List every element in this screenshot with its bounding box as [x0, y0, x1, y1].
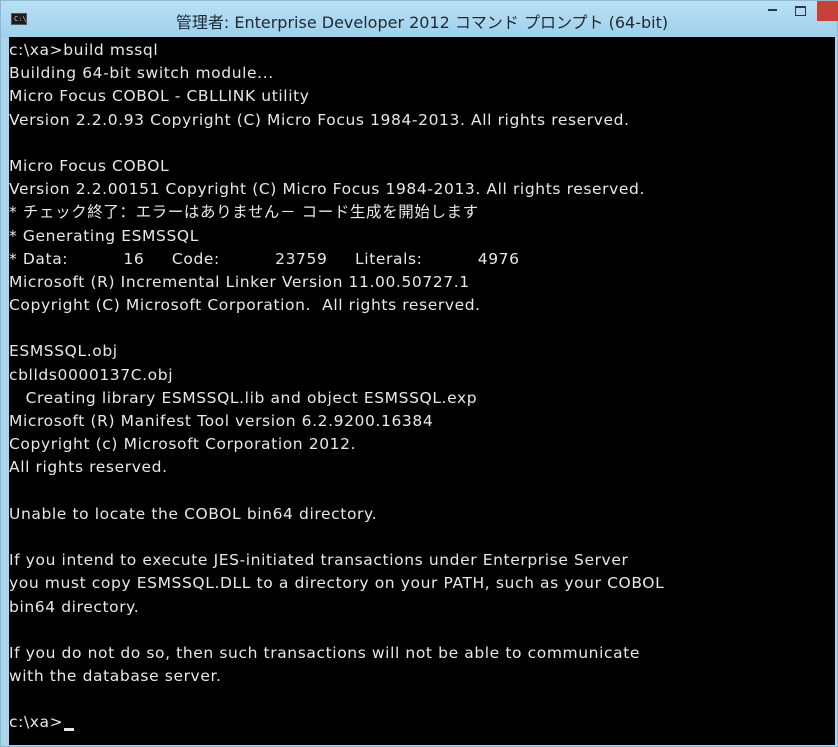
maximize-button[interactable]	[787, 1, 813, 21]
console-line: cbllds0000137C.obj	[9, 365, 174, 384]
console-line: Microsoft (R) Manifest Tool version 6.2.…	[9, 412, 434, 430]
console-line: If you do not do so, then such transacti…	[9, 643, 641, 662]
close-button[interactable]	[817, 1, 838, 21]
console-line: Micro Focus COBOL	[9, 156, 170, 175]
console-line: you must copy ESMSSQL.DLL to a directory…	[9, 574, 665, 593]
window-title-text: 管理者: Enterprise Developer 2012 コマンド プロンプ…	[175, 13, 669, 32]
console-line: Micro Focus COBOL - CBLLINK utility	[9, 87, 310, 106]
console-line: All rights reserved.	[9, 458, 168, 477]
console-line: * Generating ESMSSQL	[9, 226, 199, 245]
maximize-icon	[794, 6, 806, 16]
title-bar[interactable]: C:\ 管理者: Enterprise Developer 2012 コマンド …	[1, 1, 838, 37]
console-line: Copyright (c) Microsoft Corporation 2012…	[9, 435, 357, 454]
console-line: If you intend to execute JES-initiated t…	[9, 551, 629, 570]
console-line: Version 2.2.00151 Copyright (C) Micro Fo…	[9, 180, 646, 199]
window-title: 管理者: Enterprise Developer 2012 コマンド プロンプ…	[1, 9, 838, 33]
console-line: * Data: 16 Code: 23759 Literals: 4976	[9, 249, 520, 268]
minimize-icon	[767, 9, 777, 11]
command-prompt: c:\xa>	[9, 713, 64, 732]
console-line: Unable to locate the COBOL bin64 directo…	[9, 504, 378, 523]
console-line: bin64 directory.	[9, 597, 140, 616]
console-line: * チェック終了：エラーはありません－ コード生成を開始します	[9, 203, 479, 222]
console-lines: c:\xa>build mssql Building 64-bit switch…	[9, 37, 835, 735]
console-output[interactable]: c:\xa>build mssql Building 64-bit switch…	[9, 37, 835, 745]
text-cursor	[64, 728, 75, 732]
console-line: with the database server.	[9, 667, 222, 686]
console-window: C:\ 管理者: Enterprise Developer 2012 コマンド …	[0, 0, 838, 747]
command-prompt-line[interactable]: c:\xa>	[9, 711, 835, 734]
minimize-button[interactable]	[759, 1, 785, 21]
console-line: Microsoft (R) Incremental Linker Version…	[9, 272, 470, 291]
console-line: c:\xa>build mssql	[9, 41, 159, 59]
console-line: Creating library ESMSSQL.lib and object …	[9, 388, 478, 407]
console-line: Version 2.2.0.93 Copyright (C) Micro Foc…	[9, 110, 630, 129]
console-line: Building 64-bit switch module...	[9, 64, 274, 83]
console-line: Copyright (C) Microsoft Corporation. All…	[9, 296, 481, 315]
console-line: ESMSSQL.obj	[9, 342, 118, 361]
